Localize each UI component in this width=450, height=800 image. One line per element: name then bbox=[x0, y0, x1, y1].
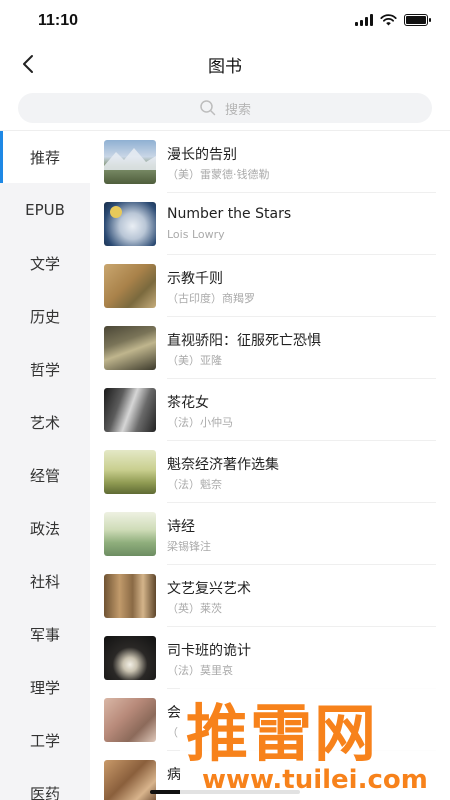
book-title: 司卡班的诡计 bbox=[167, 643, 251, 659]
wifi-icon bbox=[380, 14, 397, 26]
book-title: 会 bbox=[167, 705, 181, 721]
book-item[interactable]: Number the Stars Lois Lowry bbox=[90, 193, 450, 255]
battery-icon bbox=[404, 14, 431, 26]
book-title: 病 bbox=[167, 767, 181, 783]
book-author: （法）小仲马 bbox=[167, 416, 233, 429]
category-item-military[interactable]: 军事 bbox=[0, 608, 90, 660]
category-item-literature[interactable]: 文学 bbox=[0, 237, 90, 289]
book-item[interactable]: 诗经 梁锡锋注 bbox=[90, 503, 450, 565]
book-title: 诗经 bbox=[167, 519, 195, 535]
book-cover bbox=[104, 636, 156, 680]
book-cover bbox=[104, 574, 156, 618]
search-placeholder: 搜索 bbox=[224, 102, 251, 118]
book-item[interactable]: 文艺复兴艺术 （英）莱茨 bbox=[90, 565, 450, 627]
book-cover bbox=[104, 450, 156, 494]
book-author: Lois Lowry bbox=[167, 228, 225, 241]
book-title: 漫长的告别 bbox=[167, 147, 237, 163]
book-item[interactable]: 茶花女 （法）小仲马 bbox=[90, 379, 450, 441]
book-title: 示教千则 bbox=[167, 271, 223, 287]
category-item-recommended[interactable]: 推荐 bbox=[0, 131, 90, 183]
book-author: （英）莱茨 bbox=[167, 602, 222, 615]
category-item-engineering[interactable]: 工学 bbox=[0, 714, 90, 766]
book-author: （美）亚隆 bbox=[167, 354, 222, 367]
book-title: Number the Stars bbox=[167, 206, 292, 222]
book-author: （法）魁奈 bbox=[167, 478, 222, 491]
book-item[interactable]: 示教千则 （古印度）商羯罗 bbox=[90, 255, 450, 317]
book-item[interactable]: 魁奈经济著作选集 （法）魁奈 bbox=[90, 441, 450, 503]
status-time: 11:10 bbox=[38, 12, 79, 29]
book-title: 茶花女 bbox=[167, 395, 209, 411]
book-title: 直视骄阳：征服死亡恐惧 bbox=[167, 333, 321, 349]
nav-bar: 图书 bbox=[0, 44, 450, 84]
book-cover bbox=[104, 760, 156, 800]
category-item-science[interactable]: 理学 bbox=[0, 661, 90, 713]
watermark: 推雷网 www.tuilei.com bbox=[180, 683, 450, 800]
book-cover bbox=[104, 512, 156, 556]
book-cover bbox=[104, 326, 156, 370]
book-cover bbox=[104, 388, 156, 432]
status-bar: 11:10 bbox=[0, 0, 450, 44]
watermark-url: www.tuilei.com bbox=[202, 765, 428, 795]
book-author: （ bbox=[167, 726, 178, 739]
category-item-art[interactable]: 艺术 bbox=[0, 396, 90, 448]
book-title: 文艺复兴艺术 bbox=[167, 581, 251, 597]
category-item-social-science[interactable]: 社科 bbox=[0, 555, 90, 607]
book-author: （古印度）商羯罗 bbox=[167, 292, 255, 305]
book-title: 魁奈经济著作选集 bbox=[167, 457, 279, 473]
category-item-epub[interactable]: EPUB bbox=[0, 184, 90, 236]
book-cover bbox=[104, 698, 156, 742]
book-item[interactable]: 漫长的告别 （美）雷蒙德·钱德勒 bbox=[90, 131, 450, 193]
watermark-logo: 推雷网 bbox=[186, 697, 379, 770]
category-item-history[interactable]: 历史 bbox=[0, 290, 90, 342]
search-icon bbox=[200, 100, 216, 116]
book-author: （法）莫里哀 bbox=[167, 664, 233, 677]
book-cover bbox=[104, 140, 156, 184]
status-icons bbox=[355, 14, 431, 26]
book-author: （美）雷蒙德·钱德勒 bbox=[167, 168, 270, 181]
category-item-philosophy[interactable]: 哲学 bbox=[0, 343, 90, 395]
category-item-medicine[interactable]: 医药 bbox=[0, 767, 90, 800]
book-cover bbox=[104, 264, 156, 308]
book-cover bbox=[104, 202, 156, 246]
category-sidebar: 推荐 EPUB 文学 历史 哲学 艺术 经管 政法 社科 军事 理学 工学 医药 bbox=[0, 131, 90, 800]
book-item[interactable]: 司卡班的诡计 （法）莫里哀 bbox=[90, 627, 450, 689]
category-item-economics[interactable]: 经管 bbox=[0, 449, 90, 501]
book-author: 梁锡锋注 bbox=[167, 540, 211, 553]
page-title: 图书 bbox=[208, 57, 242, 77]
cellular-signal-icon bbox=[355, 14, 373, 26]
search-input[interactable]: 搜索 bbox=[18, 93, 432, 123]
category-item-law[interactable]: 政法 bbox=[0, 502, 90, 554]
book-item[interactable]: 直视骄阳：征服死亡恐惧 （美）亚隆 bbox=[90, 317, 450, 379]
